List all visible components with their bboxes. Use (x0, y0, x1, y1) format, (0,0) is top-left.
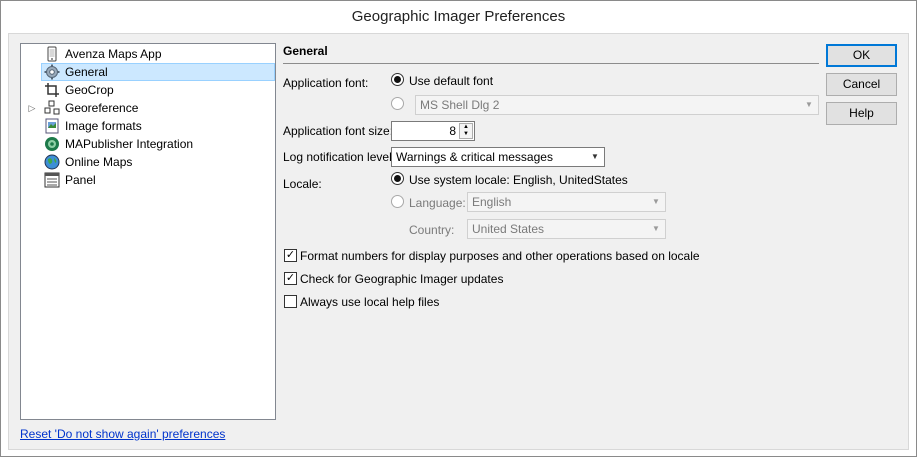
tree-item-geocrop[interactable]: GeoCrop (21, 81, 275, 99)
tree-item-mapublisher-integration[interactable]: MAPublisher Integration (21, 135, 275, 153)
tree-item-label: Panel (65, 173, 96, 187)
country-dropdown[interactable]: United States ▼ (467, 219, 666, 239)
tree-item-image-formats[interactable]: Image formats (21, 117, 275, 135)
font-size-label: Application font size: (283, 124, 394, 138)
gear-icon (44, 64, 60, 80)
tree-item-label: Avenza Maps App (65, 47, 162, 61)
format-numbers-checkbox[interactable]: ✓ (284, 249, 297, 262)
local-help-checkbox[interactable] (284, 295, 297, 308)
globe-icon (44, 154, 60, 170)
category-tree[interactable]: Avenza Maps App General GeoCrop ▷ Georef… (20, 43, 276, 420)
application-font-label: Application font: (283, 76, 369, 90)
font-size-value: 8 (449, 124, 456, 138)
tree-item-online-maps[interactable]: Online Maps (21, 153, 275, 171)
section-title: General (283, 44, 328, 58)
reset-preferences-link[interactable]: Reset 'Do not show again' preferences (20, 427, 225, 441)
use-default-font-label: Use default font (409, 74, 494, 88)
chevron-down-icon: ▼ (652, 197, 660, 206)
custom-language-radio[interactable] (391, 195, 404, 208)
use-default-font-radio[interactable] (391, 73, 404, 86)
tree-item-label: Image formats (65, 119, 142, 133)
check-updates-label: Check for Geographic Imager updates (300, 272, 504, 286)
dialog-client-area: Avenza Maps App General GeoCrop ▷ Georef… (8, 33, 909, 450)
georeference-icon (44, 100, 60, 116)
help-button[interactable]: Help (826, 102, 897, 125)
language-label: Language: (409, 196, 466, 210)
tree-item-label: GeoCrop (65, 83, 114, 97)
log-level-value: Warnings & critical messages (396, 150, 553, 164)
log-level-label: Log notification level: (283, 150, 396, 164)
expand-arrow-icon[interactable]: ▷ (27, 99, 37, 117)
preferences-dialog: Geographic Imager Preferences Avenza Map… (0, 0, 917, 457)
tree-item-label: Online Maps (65, 155, 133, 169)
cancel-button[interactable]: Cancel (826, 73, 897, 96)
image-formats-icon (44, 118, 60, 134)
tree-item-label: General (65, 65, 108, 79)
check-updates-checkbox[interactable]: ✓ (284, 272, 297, 285)
custom-font-value: MS Shell Dlg 2 (420, 98, 500, 112)
local-help-label: Always use local help files (300, 295, 440, 309)
use-system-locale-label: Use system locale: English, UnitedStates (409, 173, 628, 187)
window-title: Geographic Imager Preferences (1, 1, 916, 33)
stepper-arrows-icon[interactable]: ▲ ▼ (459, 123, 473, 139)
language-value: English (472, 195, 512, 209)
ok-button[interactable]: OK (826, 44, 897, 67)
tree-item-avenza-maps-app[interactable]: Avenza Maps App (21, 45, 275, 63)
country-label: Country: (409, 223, 455, 237)
tree-item-label: Georeference (65, 101, 139, 115)
phone-icon (44, 46, 60, 62)
panel-icon (44, 172, 60, 188)
tree-item-panel[interactable]: Panel (21, 171, 275, 189)
use-system-locale-radio[interactable] (391, 172, 404, 185)
custom-font-radio[interactable] (391, 97, 404, 110)
custom-font-dropdown[interactable]: MS Shell Dlg 2 ▼ (415, 95, 819, 115)
section-divider (283, 63, 819, 64)
tree-item-label: MAPublisher Integration (65, 137, 194, 151)
tree-item-general[interactable]: General (21, 63, 275, 81)
font-size-stepper[interactable]: 8 ▲ ▼ (391, 121, 475, 141)
chevron-down-icon: ▼ (805, 100, 813, 109)
format-numbers-label: Format numbers for display purposes and … (300, 249, 700, 263)
log-level-dropdown[interactable]: Warnings & critical messages ▼ (391, 147, 605, 167)
country-value: United States (472, 222, 545, 236)
chevron-down-icon: ▼ (652, 224, 660, 233)
mapublisher-icon (44, 136, 60, 152)
language-dropdown[interactable]: English ▼ (467, 192, 666, 212)
chevron-down-icon: ▼ (591, 152, 599, 161)
crop-icon (44, 82, 60, 98)
tree-item-georeference[interactable]: ▷ Georeference (21, 99, 275, 117)
locale-label: Locale: (283, 177, 322, 191)
